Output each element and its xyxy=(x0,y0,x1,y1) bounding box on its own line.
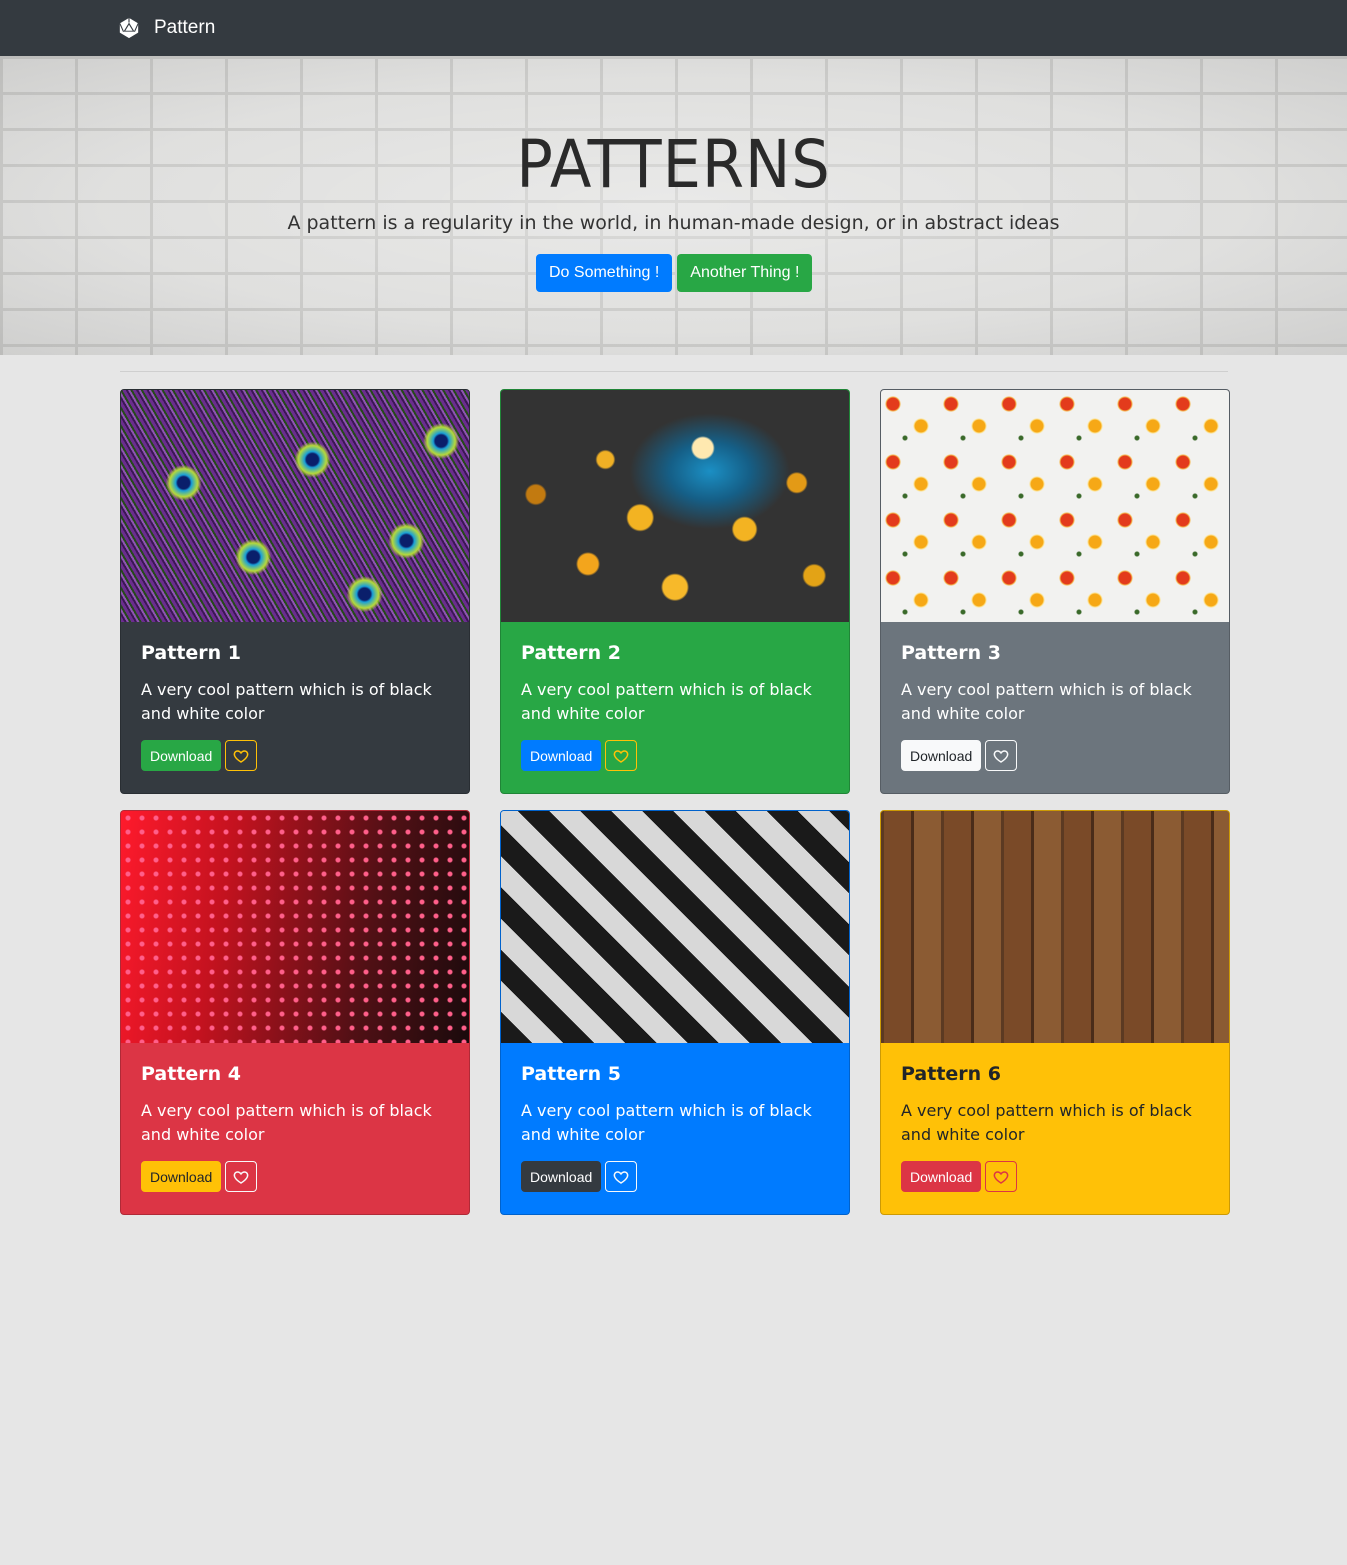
navbar: Pattern xyxy=(0,0,1347,56)
pattern-card-5: Pattern 5 A very cool pattern which is o… xyxy=(500,810,850,1215)
pattern-card-6: Pattern 6 A very cool pattern which is o… xyxy=(880,810,1230,1215)
favorite-button[interactable] xyxy=(225,740,258,771)
pattern-image-bokeh xyxy=(501,390,849,622)
navbar-brand[interactable]: Pattern xyxy=(118,15,215,41)
card-text: A very cool pattern which is of black an… xyxy=(141,680,432,723)
pattern-card-3: Pattern 3 A very cool pattern which is o… xyxy=(880,389,1230,794)
download-button[interactable]: Download xyxy=(901,1161,982,1192)
pattern-image-led-lights xyxy=(121,811,469,1043)
hero-buttons: Do Something ! Another Thing ! xyxy=(536,254,813,292)
pattern-image-zigzag-wood xyxy=(501,811,849,1043)
card-title: Pattern 4 xyxy=(141,1063,242,1085)
card-text: A very cool pattern which is of black an… xyxy=(901,680,1192,723)
heart-outline-icon xyxy=(613,1170,629,1184)
favorite-button[interactable] xyxy=(225,1161,258,1192)
heart-outline-icon xyxy=(993,749,1009,763)
card-title: Pattern 6 xyxy=(901,1063,1002,1085)
pattern-card-2: Pattern 2 A very cool pattern which is o… xyxy=(500,389,850,794)
heart-outline-icon xyxy=(233,1170,249,1184)
divider xyxy=(120,371,1228,372)
pattern-image-wood-planks xyxy=(881,811,1229,1043)
card-title: Pattern 1 xyxy=(141,642,242,664)
download-button[interactable]: Download xyxy=(521,740,602,771)
favorite-button[interactable] xyxy=(605,740,638,771)
favorite-button[interactable] xyxy=(605,1161,638,1192)
do-something-button[interactable]: Do Something ! xyxy=(536,254,673,292)
another-thing-button[interactable]: Another Thing ! xyxy=(677,254,813,292)
download-button[interactable]: Download xyxy=(521,1161,602,1192)
pattern-image-peacock xyxy=(121,390,469,622)
hero-brick-background xyxy=(0,56,1347,355)
favorite-button[interactable] xyxy=(985,1161,1018,1192)
card-text: A very cool pattern which is of black an… xyxy=(521,680,812,723)
download-button[interactable]: Download xyxy=(141,1161,222,1192)
pattern-image-citrus xyxy=(881,390,1229,622)
hero-subtitle: A pattern is a regularity in the world, … xyxy=(287,212,1060,234)
hero-jumbotron: PATTERNS A pattern is a regularity in th… xyxy=(0,56,1347,355)
hero-title: PATTERNS xyxy=(516,126,831,203)
heart-outline-icon xyxy=(613,749,629,763)
card-text: A very cool pattern which is of black an… xyxy=(521,1101,812,1144)
pattern-card-1: Pattern 1 A very cool pattern which is o… xyxy=(120,389,470,794)
card-title: Pattern 5 xyxy=(521,1063,622,1085)
navbar-brand-label: Pattern xyxy=(154,17,216,38)
card-title: Pattern 3 xyxy=(901,642,1002,664)
card-text: A very cool pattern which is of black an… xyxy=(141,1101,432,1144)
download-button[interactable]: Download xyxy=(141,740,222,771)
download-button[interactable]: Download xyxy=(901,740,982,771)
card-text: A very cool pattern which is of black an… xyxy=(901,1101,1192,1144)
card-title: Pattern 2 xyxy=(521,642,622,664)
favorite-button[interactable] xyxy=(985,740,1018,771)
heart-outline-icon xyxy=(233,749,249,763)
heart-outline-icon xyxy=(993,1170,1009,1184)
pattern-card-4: Pattern 4 A very cool pattern which is o… xyxy=(120,810,470,1215)
d20-dice-icon xyxy=(119,17,139,39)
